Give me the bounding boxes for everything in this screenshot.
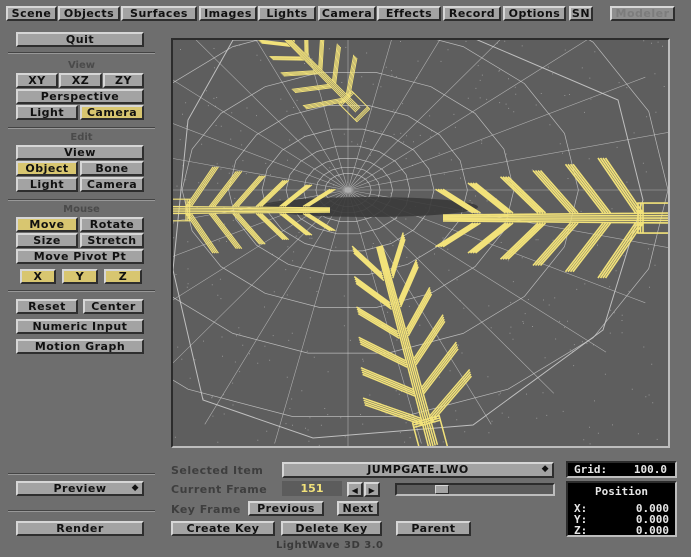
previous-key-button[interactable]: Previous <box>248 501 324 516</box>
grid-display: Grid: 100.0 <box>566 461 677 478</box>
position-z-label: Z: <box>574 524 588 537</box>
divider <box>8 510 155 512</box>
frame-slider-track[interactable] <box>395 483 555 496</box>
preview-dropdown[interactable]: Preview ◆ <box>16 481 144 496</box>
arrow-left-icon: ◀ <box>351 486 359 495</box>
move-pivot-point-button[interactable]: Move Pivot Pt <box>16 249 144 264</box>
gate-arm-left-lines <box>173 166 336 254</box>
next-key-button[interactable]: Next <box>337 501 379 516</box>
parent-button[interactable]: Parent <box>396 521 471 536</box>
view-xz-button[interactable]: XZ <box>59 73 102 88</box>
frame-prev-button[interactable]: ◀ <box>347 482 363 497</box>
create-key-button[interactable]: Create Key <box>171 521 275 536</box>
center-button[interactable]: Center <box>83 299 144 314</box>
view-xy-button[interactable]: XY <box>16 73 58 88</box>
view-zy-button[interactable]: ZY <box>103 73 144 88</box>
mouse-rotate-button[interactable]: Rotate <box>80 217 144 232</box>
view-section-title: View <box>67 60 95 71</box>
axis-x-toggle[interactable]: X <box>20 269 56 284</box>
mouse-size-button[interactable]: Size <box>16 233 78 248</box>
mouse-section-title: Mouse <box>63 204 100 215</box>
current-frame-field[interactable]: 151 <box>282 481 342 496</box>
numeric-input-button[interactable]: Numeric Input <box>16 319 144 334</box>
tab-lights[interactable]: Lights <box>258 6 316 21</box>
wireframe-scene <box>173 40 668 446</box>
mouse-stretch-button[interactable]: Stretch <box>80 233 144 248</box>
motion-graph-button[interactable]: Motion Graph <box>16 339 144 354</box>
updown-arrows-icon: ◆ <box>541 464 549 474</box>
divider <box>8 290 155 292</box>
current-frame-label: Current Frame <box>171 483 268 496</box>
axis-z-toggle[interactable]: Z <box>104 269 142 284</box>
updown-arrows-icon: ◆ <box>131 483 139 493</box>
edit-object-button[interactable]: Object <box>16 161 78 176</box>
selected-item-dropdown[interactable]: JUMPGATE.LWO ◆ <box>282 462 554 478</box>
tab-scene[interactable]: Scene <box>6 6 57 21</box>
tab-record[interactable]: Record <box>443 6 501 21</box>
app-title: LightWave 3D 3.0 <box>276 540 384 551</box>
grid-value: 100.0 <box>633 463 667 476</box>
tab-effects[interactable]: Effects <box>377 6 441 21</box>
gate-arm-left <box>173 166 336 254</box>
position-title: Position <box>595 485 648 498</box>
divider <box>8 52 155 54</box>
tab-images[interactable]: Images <box>199 6 257 21</box>
grid-label: Grid: <box>574 463 608 476</box>
selected-item-value: JUMPGATE.LWO <box>367 463 469 476</box>
view-camera-button[interactable]: Camera <box>80 105 144 120</box>
gate-arm-bottom <box>351 232 473 446</box>
divider <box>8 199 155 201</box>
edit-light-button[interactable]: Light <box>16 177 78 192</box>
quit-button[interactable]: Quit <box>16 32 144 47</box>
arrow-right-icon: ▶ <box>368 486 376 495</box>
tab-options[interactable]: Options <box>503 6 566 21</box>
frame-slider-thumb[interactable] <box>435 485 449 494</box>
tab-camera[interactable]: Camera <box>318 6 376 21</box>
position-display: Position X: 0.000 Y: 0.000 Z: 0.000 <box>566 481 677 537</box>
edit-camera-button[interactable]: Camera <box>80 177 144 192</box>
edit-section-title: Edit <box>70 132 93 143</box>
delete-key-button[interactable]: Delete Key <box>281 521 382 536</box>
reset-button[interactable]: Reset <box>16 299 78 314</box>
axis-y-toggle[interactable]: Y <box>62 269 98 284</box>
divider <box>8 127 155 129</box>
edit-bone-button[interactable]: Bone <box>80 161 144 176</box>
gate-arm-bottom-lines <box>351 232 473 446</box>
preview-label: Preview <box>53 482 107 495</box>
selected-item-label: Selected Item <box>171 464 264 477</box>
view-light-button[interactable]: Light <box>16 105 78 120</box>
frame-next-button[interactable]: ▶ <box>364 482 380 497</box>
gate-arm-right <box>435 157 668 279</box>
tab-objects[interactable]: Objects <box>58 6 120 21</box>
mouse-move-button[interactable]: Move <box>16 217 78 232</box>
view-perspective-button[interactable]: Perspective <box>16 89 144 104</box>
modeler-button[interactable]: Modeler <box>610 6 675 21</box>
tab-surfaces[interactable]: Surfaces <box>121 6 197 21</box>
edit-view-button[interactable]: View <box>16 145 144 160</box>
camera-viewport[interactable] <box>171 38 670 448</box>
divider <box>8 473 155 475</box>
tab-sn[interactable]: SN <box>569 6 593 21</box>
render-button[interactable]: Render <box>16 521 144 536</box>
key-frame-label: Key Frame <box>171 503 241 516</box>
position-z-value: 0.000 <box>635 524 669 537</box>
gate-arm-right-lines <box>435 157 668 279</box>
